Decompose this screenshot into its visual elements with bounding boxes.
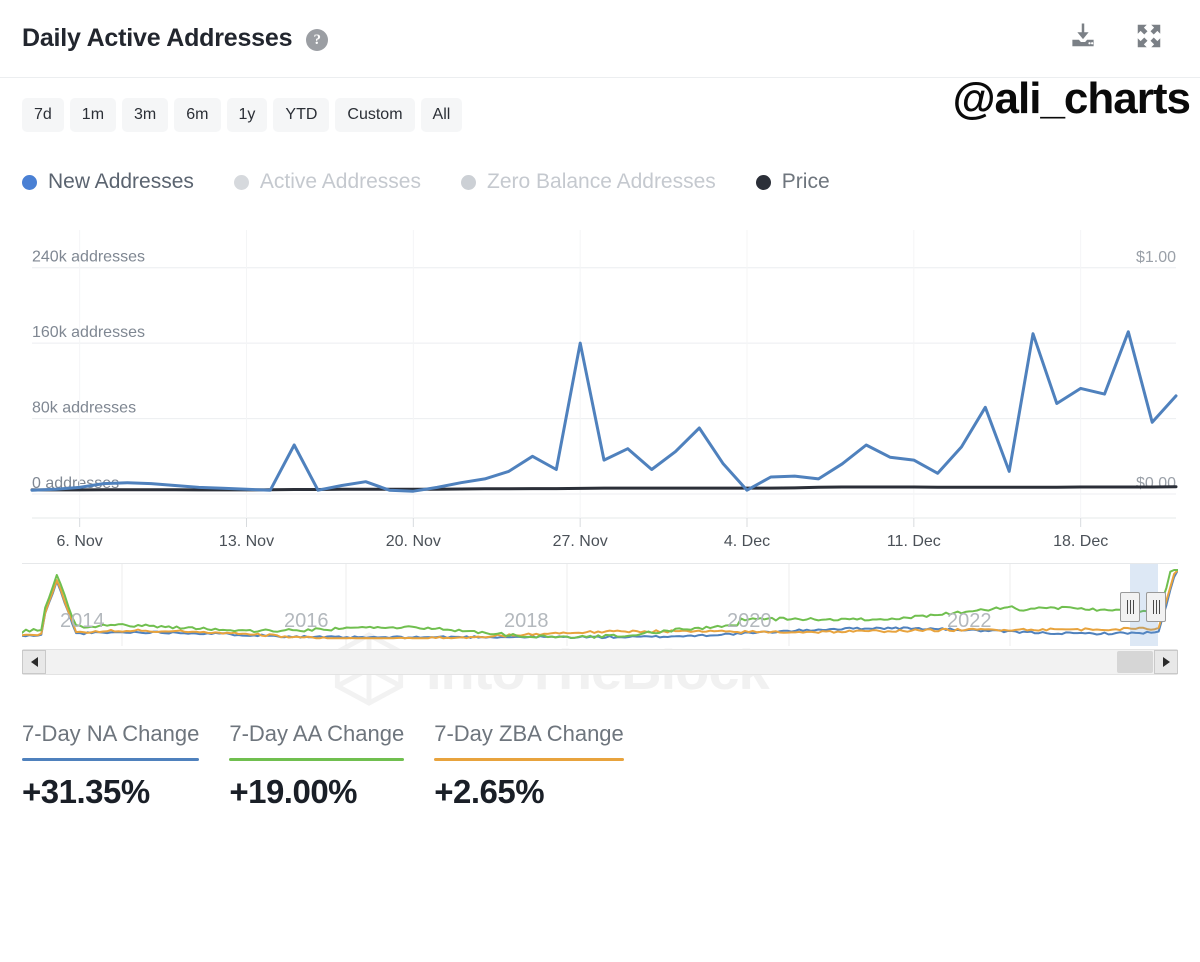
range-button-1m[interactable]: 1m xyxy=(69,98,117,132)
x-axis-label: 13. Nov xyxy=(219,533,274,550)
stat-label: 7-Day ZBA Change xyxy=(434,721,624,746)
x-axis-label: 4. Dec xyxy=(724,533,770,550)
stat-rule xyxy=(434,758,624,761)
legend-dot-icon xyxy=(233,174,249,190)
legend-label: Price xyxy=(781,170,830,193)
navigator-handle-right[interactable] xyxy=(1146,592,1166,622)
navigator-preview[interactable] xyxy=(22,564,1178,646)
x-axis-label: 6. Nov xyxy=(57,533,103,550)
expand-icon[interactable] xyxy=(1134,21,1164,56)
author-watermark: @ali_charts xyxy=(952,74,1191,123)
x-axis-label: 27. Nov xyxy=(553,533,608,550)
navigator-handle-left[interactable] xyxy=(1120,592,1140,622)
scroll-left-button[interactable] xyxy=(22,650,46,674)
stat-value: +31.35% xyxy=(22,773,150,810)
arrow-left-icon xyxy=(30,657,38,667)
legend-label: Active Addresses xyxy=(259,170,421,193)
range-selector: 7d 1m 3m 6m 1y YTD Custom All xyxy=(22,98,463,132)
legend-dot-icon xyxy=(22,174,37,190)
range-button-1y[interactable]: 1y xyxy=(226,98,268,132)
y2-axis-label: $0.00 xyxy=(1136,475,1176,492)
main-chart[interactable]: 240k addresses 160k addresses 80k addresse… xyxy=(0,212,1200,706)
legend-item-zero-balance-addresses[interactable]: Zero Balance Addresses xyxy=(461,170,716,194)
y-axis-label: 240k addresses xyxy=(32,249,145,266)
arrow-right-icon xyxy=(1162,657,1170,667)
widget-header: Daily Active Addresses ? xyxy=(0,0,1200,78)
chart-legend: New Addresses Active Addresses Zero Bala… xyxy=(0,150,1200,206)
page-title: Daily Active Addresses xyxy=(22,24,293,52)
range-button-custom[interactable]: Custom xyxy=(335,98,415,132)
scroll-right-button[interactable] xyxy=(1154,650,1178,674)
stat-rule xyxy=(22,758,200,761)
y2-axis-label: $1.00 xyxy=(1136,249,1176,266)
scrollbar-thumb[interactable] xyxy=(1117,651,1153,673)
x-axis-label: 11. Dec xyxy=(887,533,941,550)
range-button-3m[interactable]: 3m xyxy=(122,98,169,132)
stat-aa-change: 7-Day AA Change +19.00% xyxy=(229,721,405,811)
range-toolbar: 7d 1m 3m 6m 1y YTD Custom All @ali_chart… xyxy=(0,74,1200,150)
download-icon[interactable] xyxy=(1068,21,1098,56)
y-axis-label: 80k addresses xyxy=(32,400,136,417)
stat-value: +19.00% xyxy=(229,773,358,810)
chart-navigator[interactable]: 2014 2016 2018 2020 2022 xyxy=(0,563,1200,646)
stat-zba-change: 7-Day ZBA Change +2.65% xyxy=(434,721,624,811)
question-circle-icon[interactable]: ? xyxy=(306,29,329,51)
chart-canvas[interactable]: 240k addresses 160k addresses 80k addresse… xyxy=(0,212,1200,557)
chart-widget: Daily Active Addresses ? 7d 1m 3m 6m 1y … xyxy=(0,0,1200,962)
range-button-ytd[interactable]: YTD xyxy=(273,98,330,132)
stat-na-change: 7-Day NA Change +31.35% xyxy=(22,721,200,811)
navigator-scrollbar[interactable] xyxy=(22,649,1178,675)
legend-item-price[interactable]: Price xyxy=(755,170,830,194)
legend-label: Zero Balance Addresses xyxy=(487,170,716,193)
legend-item-active-addresses[interactable]: Active Addresses xyxy=(233,170,421,194)
legend-item-new-addresses[interactable]: New Addresses xyxy=(22,170,194,194)
stat-rule xyxy=(229,758,405,761)
range-button-all[interactable]: All xyxy=(420,98,463,132)
y-axis-label: 160k addresses xyxy=(32,324,145,341)
legend-label: New Addresses xyxy=(48,170,194,193)
range-button-6m[interactable]: 6m xyxy=(174,98,221,132)
stat-value: +2.65% xyxy=(434,773,545,810)
legend-dot-icon xyxy=(755,174,771,190)
stat-label: 7-Day AA Change xyxy=(229,721,405,746)
stat-label: 7-Day NA Change xyxy=(22,721,200,746)
x-axis-label: 18. Dec xyxy=(1053,533,1108,550)
range-button-7d[interactable]: 7d xyxy=(22,98,64,132)
navigator-track[interactable]: 2014 2016 2018 2020 2022 xyxy=(22,563,1178,646)
navigator-series-active-addresses xyxy=(22,569,1178,639)
x-axis-label: 20. Nov xyxy=(386,533,441,550)
header-actions xyxy=(1068,21,1178,56)
series-line-new-addresses xyxy=(30,330,1178,493)
legend-dot-icon xyxy=(461,174,476,190)
summary-stats: 7-Day NA Change +31.35% 7-Day AA Change … xyxy=(0,675,1200,811)
